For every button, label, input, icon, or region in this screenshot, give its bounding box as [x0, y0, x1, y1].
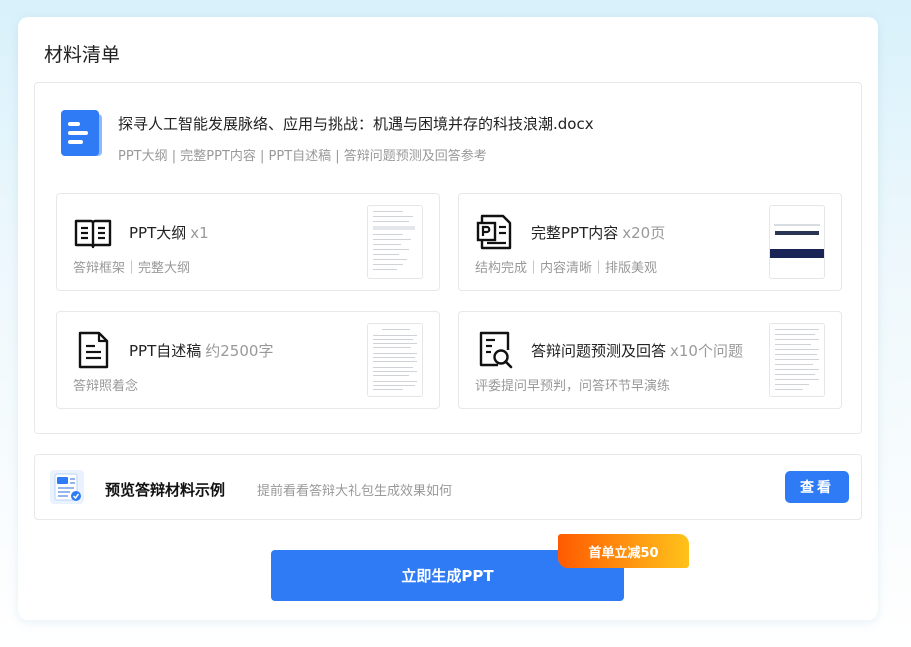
script-icon — [78, 331, 109, 369]
document-contents: PPT大纲 | 完整PPT内容 | PPT自述稿 | 答辩问题预测及回答参考 — [118, 149, 487, 164]
item-ppt-outline[interactable]: PPT大纲 x1 答辩框架｜完整大纲 — [56, 193, 440, 291]
discount-badge: 首单立减50 — [558, 534, 689, 568]
preview-document-icon — [50, 470, 84, 504]
preview-banner: 预览答辩材料示例 提前看看答辩大礼包生成效果如何 查看 — [34, 454, 862, 520]
item-ppt-script[interactable]: PPT自述稿 约2500字 答辩照着念 — [56, 311, 440, 409]
item-description: 答辩框架｜完整大纲 — [73, 261, 191, 276]
outline-thumbnail — [367, 205, 423, 279]
item-quantity: x20页 — [622, 224, 666, 242]
item-title: PPT大纲 x1 — [129, 222, 209, 243]
document-icon — [61, 110, 102, 156]
qa-thumbnail — [769, 323, 825, 397]
item-name: PPT自述稿 — [129, 342, 202, 360]
item-name: PPT大纲 — [129, 224, 187, 242]
item-name: 答辩问题预测及回答 — [531, 342, 667, 360]
view-button[interactable]: 查看 — [785, 471, 849, 503]
document-name: 探寻人工智能发展脉络、应用与挑战：机遇与困境并存的科技浪潮.docx — [118, 115, 594, 133]
item-description: 结构完成｜内容清晰｜排版美观 — [475, 261, 658, 276]
item-title: 答辩问题预测及回答 x10个问题 — [531, 340, 743, 361]
item-description: 答辩照着念 — [73, 379, 139, 394]
item-description: 评委提问早预判，问答环节早演练 — [475, 379, 671, 394]
item-name: 完整PPT内容 — [531, 224, 619, 242]
preview-subtitle: 提前看看答辩大礼包生成效果如何 — [257, 484, 453, 499]
ppt-icon — [476, 214, 512, 250]
item-quantity: x10个问题 — [670, 342, 743, 360]
item-quantity: 约2500字 — [205, 342, 274, 360]
card-title: 材料清单 — [44, 44, 121, 66]
script-thumbnail — [367, 323, 423, 397]
materials-card: 材料清单 探寻人工智能发展脉络、应用与挑战：机遇与困境并存的科技浪潮.docx … — [18, 17, 878, 620]
item-quantity: x1 — [190, 224, 209, 242]
book-icon — [74, 219, 112, 249]
ppt-cover-thumbnail — [769, 205, 825, 279]
item-full-ppt[interactable]: 完整PPT内容 x20页 结构完成｜内容清晰｜排版美观 — [458, 193, 842, 291]
preview-title: 预览答辩材料示例 — [105, 481, 226, 499]
document-panel: 探寻人工智能发展脉络、应用与挑战：机遇与困境并存的科技浪潮.docx PPT大纲… — [34, 82, 862, 434]
item-defense-qa[interactable]: 答辩问题预测及回答 x10个问题 评委提问早预判，问答环节早演练 — [458, 311, 842, 409]
item-title: 完整PPT内容 x20页 — [531, 222, 665, 243]
item-title: PPT自述稿 约2500字 — [129, 340, 273, 361]
search-document-icon — [479, 331, 513, 369]
